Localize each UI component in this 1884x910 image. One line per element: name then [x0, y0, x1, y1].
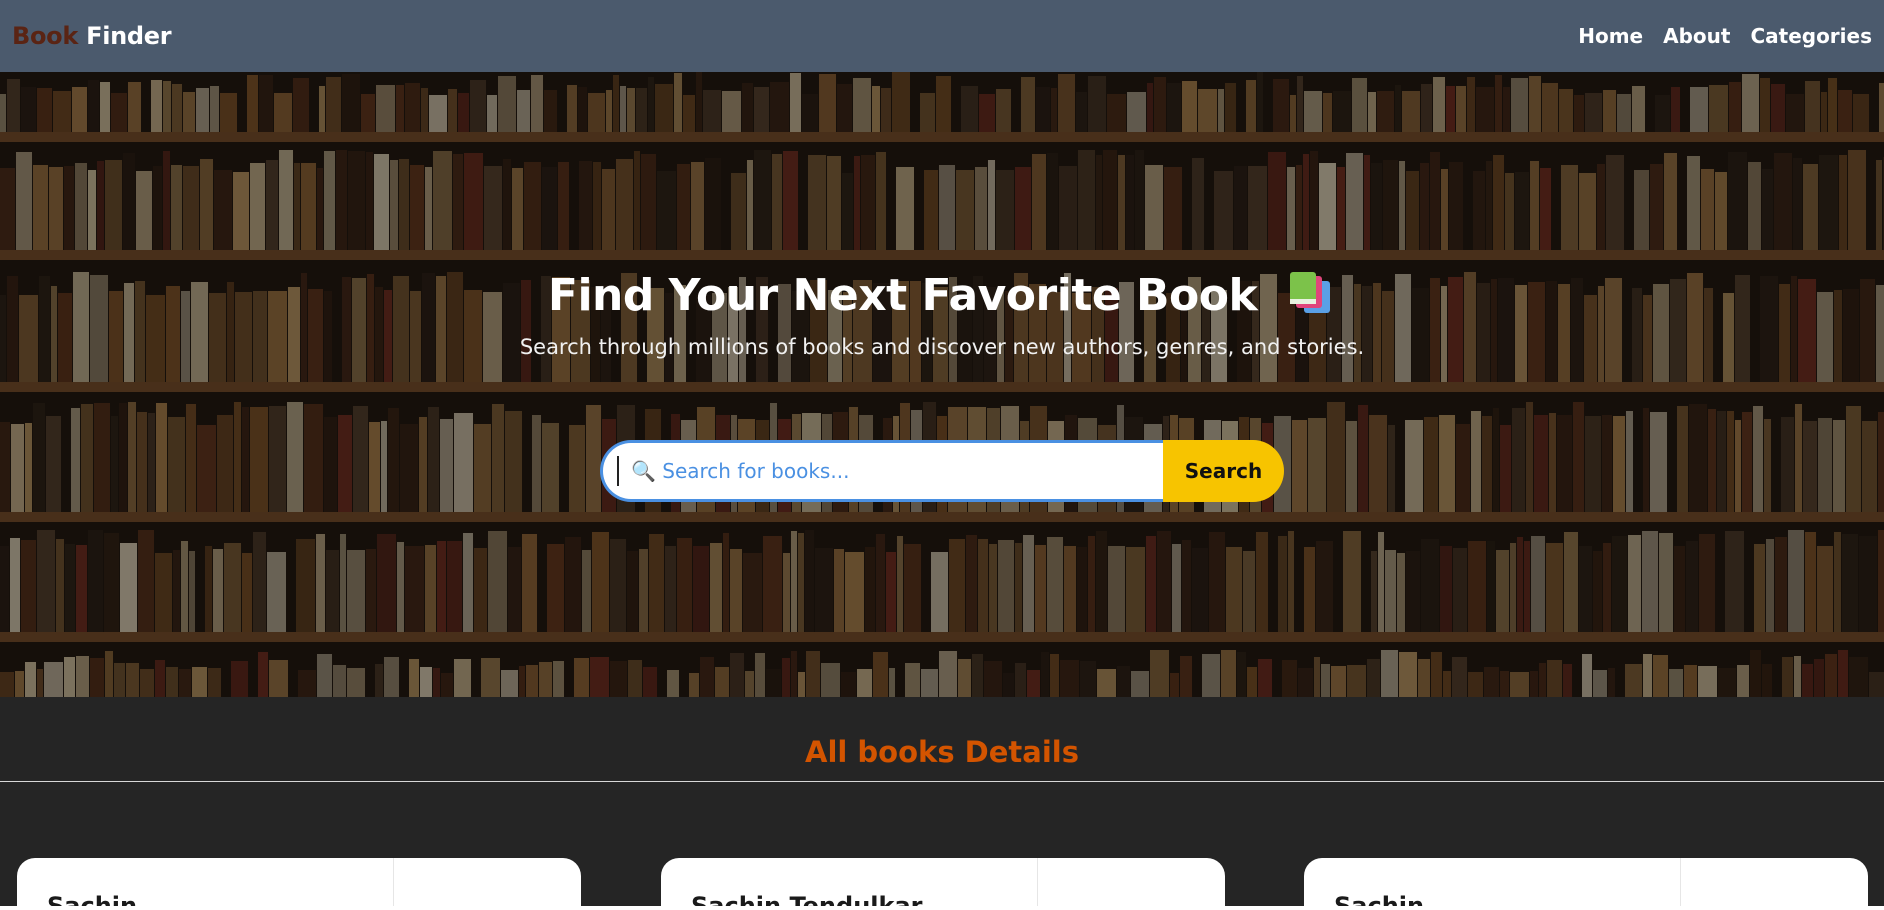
search-box[interactable] [600, 440, 1163, 502]
hero-content: Find Your Next Favorite Book Search thro… [0, 72, 1884, 697]
hero-title-text: Find Your Next Favorite Book [547, 270, 1258, 321]
card-divider [393, 858, 394, 910]
book-card[interactable]: Sachin [17, 858, 581, 910]
hero-section: Find Your Next Favorite Book Search thro… [0, 72, 1884, 697]
nav-link-home[interactable]: Home [1578, 24, 1643, 48]
search-input[interactable] [631, 459, 1111, 483]
book-cards: Sachin Sachin Tendulkar Sachin [0, 858, 1884, 910]
book-card[interactable]: Sachin [1304, 858, 1868, 910]
nav-link-about[interactable]: About [1663, 24, 1730, 48]
book-card[interactable]: Sachin Tendulkar [661, 858, 1225, 910]
nav-links: Home About Categories [1578, 24, 1872, 48]
card-divider [1680, 858, 1681, 910]
nav-link-categories[interactable]: Categories [1750, 24, 1872, 48]
card-divider [1037, 858, 1038, 910]
search-button[interactable]: Search [1163, 440, 1284, 502]
brand-logo[interactable]: Book Finder [12, 22, 172, 50]
hero-subtitle: Search through millions of books and dis… [519, 335, 1365, 359]
navbar: Book Finder Home About Categories [0, 0, 1884, 72]
page: Book Finder Home About Categories Find Y… [0, 0, 1884, 910]
section-divider [0, 781, 1884, 782]
search-bar: Search [600, 440, 1284, 502]
section-title: All books Details [805, 735, 1079, 769]
viewport-bottom-edge [0, 906, 1884, 910]
text-caret [617, 456, 619, 486]
brand-part-finder: Finder [86, 22, 172, 50]
brand-part-book: Book [12, 22, 79, 50]
hero-title: Find Your Next Favorite Book [0, 270, 1884, 326]
books-icon [1288, 271, 1336, 326]
